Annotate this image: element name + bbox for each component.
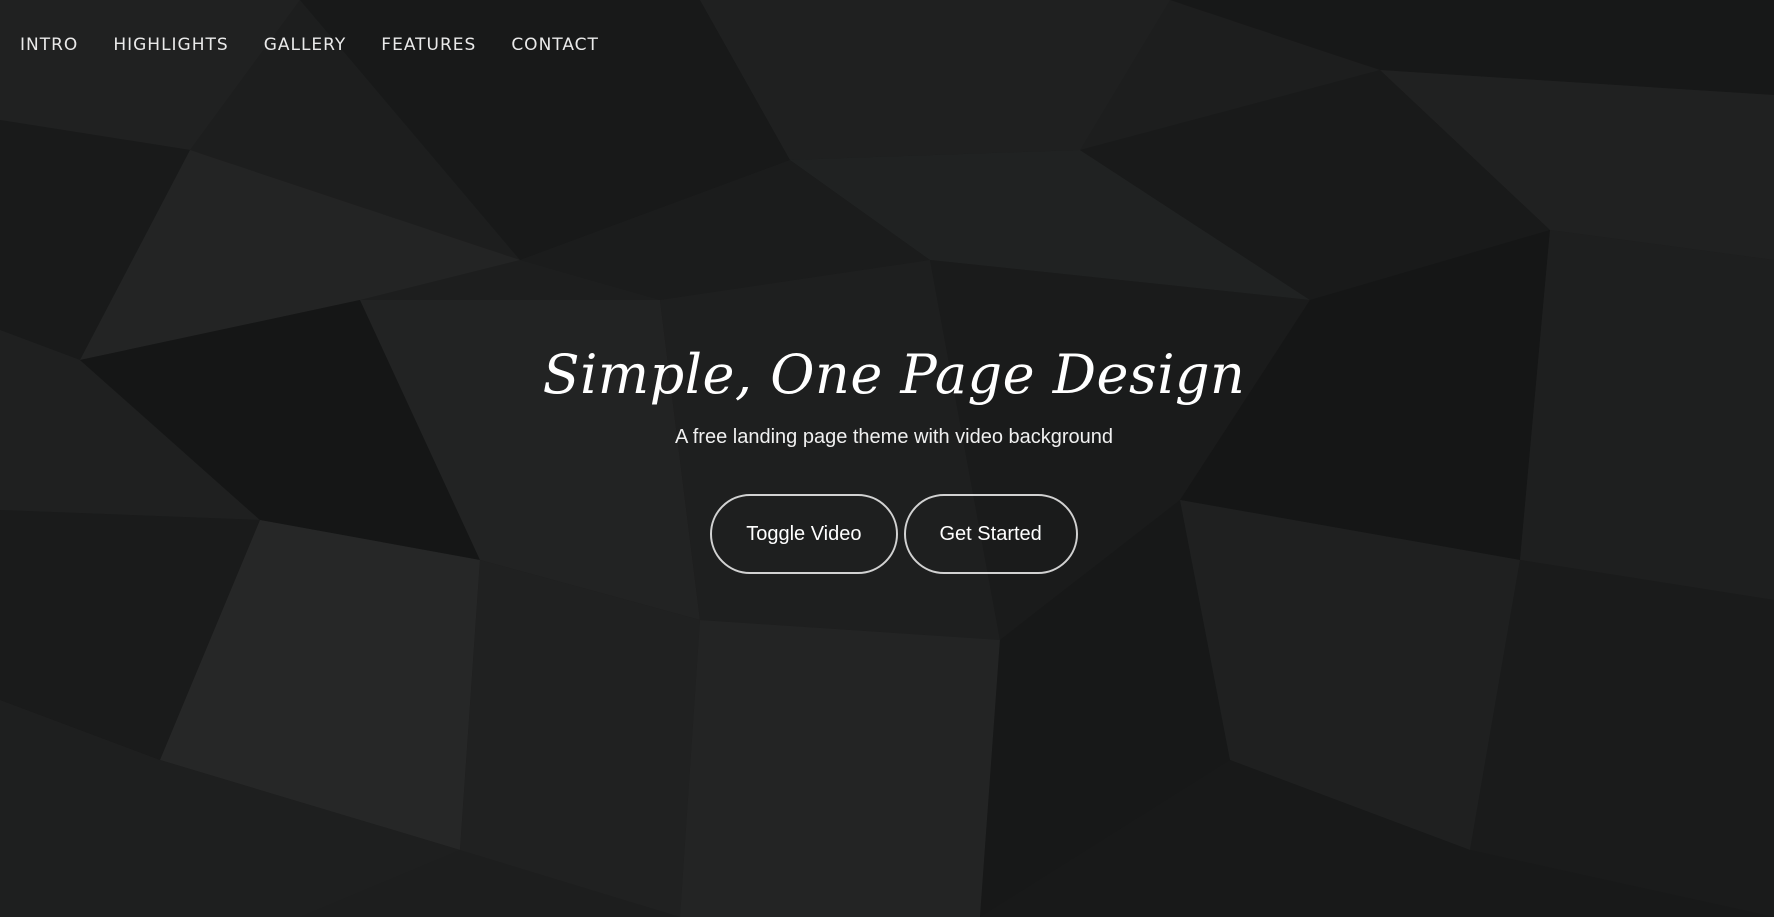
nav-item-gallery[interactable]: GALLERY xyxy=(264,35,347,55)
landing-page: INTRO HIGHLIGHTS GALLERY FEATURES CONTAC… xyxy=(0,0,1774,917)
get-started-button[interactable]: Get Started xyxy=(903,494,1078,574)
hero-title: Simple, One Page Design xyxy=(542,343,1246,406)
top-navigation: INTRO HIGHLIGHTS GALLERY FEATURES CONTAC… xyxy=(0,0,634,90)
nav-item-features[interactable]: FEATURES xyxy=(381,35,476,55)
nav-item-contact[interactable]: CONTACT xyxy=(511,35,599,55)
hero-buttons: Toggle Video Get Started xyxy=(0,494,1774,574)
toggle-video-button[interactable]: Toggle Video xyxy=(710,494,898,574)
nav-item-intro[interactable]: INTRO xyxy=(20,35,78,55)
hero-subtitle: A free landing page theme with video bac… xyxy=(674,426,1114,448)
nav-item-highlights[interactable]: HIGHLIGHTS xyxy=(113,35,228,55)
hero-section: Simple, One Page Design A free landing p… xyxy=(0,330,1774,574)
